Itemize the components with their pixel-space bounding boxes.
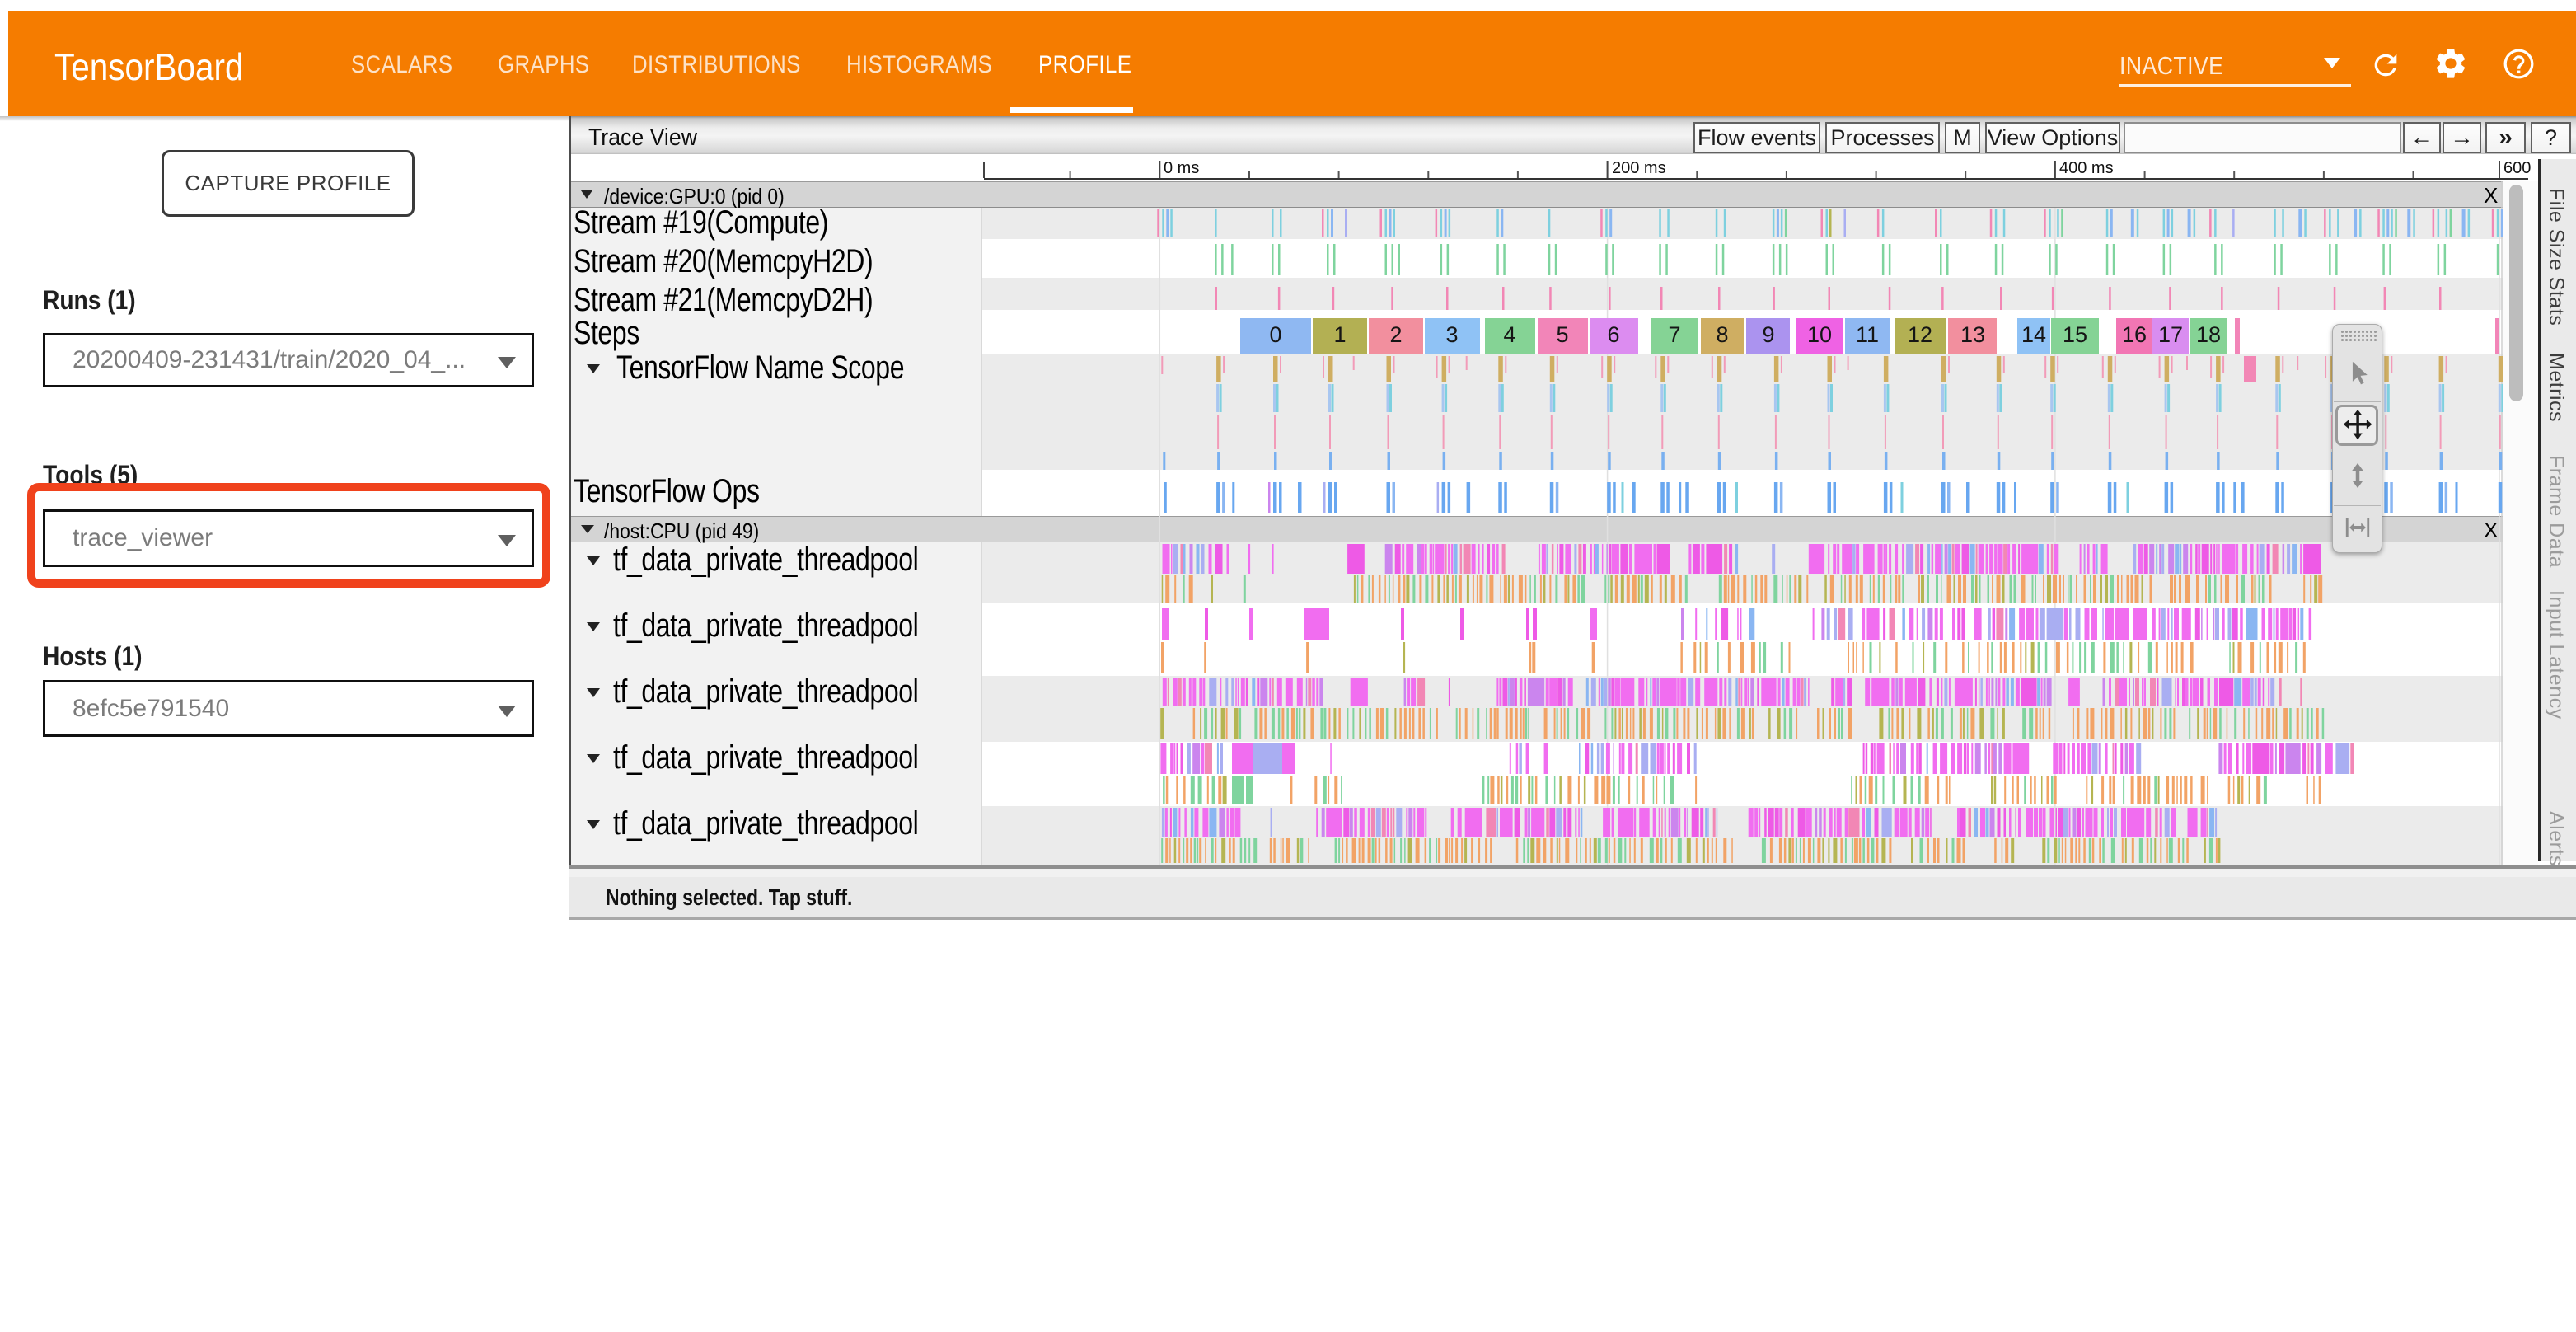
svg-text:600: 600 bbox=[2503, 159, 2531, 177]
svg-text:7: 7 bbox=[1668, 322, 1680, 347]
svg-text:14: 14 bbox=[2021, 322, 2046, 347]
svg-text:11: 11 bbox=[1856, 322, 1879, 347]
svg-text:2: 2 bbox=[1389, 322, 1402, 347]
svg-text:10: 10 bbox=[1807, 322, 1832, 347]
svg-text:5: 5 bbox=[1556, 322, 1568, 347]
svg-text:1: 1 bbox=[1333, 322, 1346, 347]
svg-text:13: 13 bbox=[1960, 322, 1985, 347]
svg-text:8: 8 bbox=[1716, 322, 1728, 347]
svg-text:18: 18 bbox=[2196, 322, 2221, 347]
svg-text:16: 16 bbox=[2122, 322, 2147, 347]
svg-text:3: 3 bbox=[1445, 322, 1458, 347]
svg-text:15: 15 bbox=[2063, 322, 2087, 347]
svg-text:400 ms: 400 ms bbox=[2059, 159, 2114, 177]
svg-text:17: 17 bbox=[2158, 322, 2183, 347]
svg-text:6: 6 bbox=[1607, 322, 1619, 347]
svg-text:4: 4 bbox=[1503, 322, 1515, 347]
svg-text:9: 9 bbox=[1762, 322, 1774, 347]
svg-text:0 ms: 0 ms bbox=[1164, 159, 1199, 177]
svg-text:200 ms: 200 ms bbox=[1612, 159, 1666, 177]
svg-text:12: 12 bbox=[1908, 322, 1932, 347]
svg-text:0: 0 bbox=[1269, 322, 1281, 347]
